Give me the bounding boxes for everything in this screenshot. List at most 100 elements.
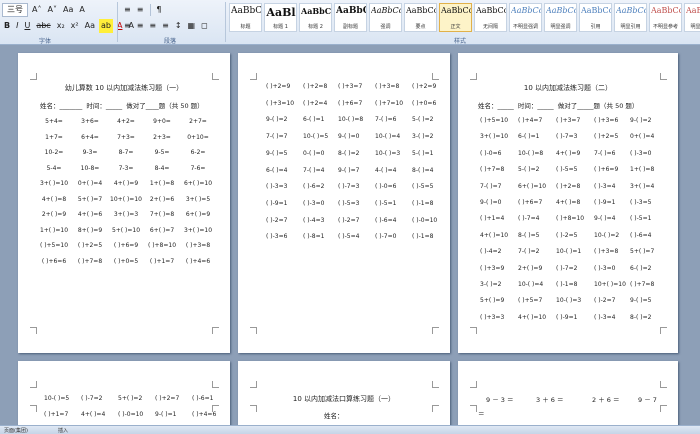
show-marks-button[interactable]: ¶: [154, 3, 163, 17]
equation-cell: ( )+3=7: [556, 117, 581, 124]
equation-cell: 10-( )=4: [518, 281, 544, 288]
align-right-button[interactable]: ≡: [147, 19, 158, 33]
align-center-button[interactable]: ≡: [135, 19, 146, 33]
styles-gallery: AaBbC 标题 AaBl 标题 1 AaBbCc 标题 2 AaBbC 副标题 AaBbCcD…: [229, 3, 700, 32]
style-item[interactable]: AaBbCcD 不明显强调: [509, 3, 542, 32]
equation-cell: 6-( )=4: [266, 166, 288, 174]
crop-mark: [30, 73, 37, 80]
equation-row: 4+( )=10 8-( )=5 ( )-2=5 10-( )=2 ( )-6=4: [458, 232, 678, 242]
text-effects-button[interactable]: Aa: [83, 19, 97, 33]
equation-row: ( )+3=9 2+( )=9 ( )-7=2 ( )-3=0 6-( )=2: [458, 265, 678, 275]
highlight-button[interactable]: ab: [99, 19, 113, 33]
equation-cell: 4+( )=8: [556, 199, 581, 206]
style-item[interactable]: AaBbCcD 强调: [369, 3, 402, 32]
font-size-select[interactable]: 三号: [2, 3, 28, 17]
equation-cell: ( )-5=5: [412, 183, 434, 191]
equation-cell: 8-( )=5: [518, 231, 540, 239]
style-item[interactable]: AaBbC 标题: [229, 3, 262, 32]
equation-cell: 4+2=: [117, 118, 135, 125]
equation-row: ( )+3=3 4+( )=10 ( )-9=1 ( )-3=4 8-( )=2: [458, 314, 678, 324]
paragraph-group-label: 段落: [163, 38, 176, 45]
page-6-item-1: 9 － 3 ＝: [486, 396, 514, 404]
subscript-button[interactable]: x₂: [55, 19, 67, 33]
style-item[interactable]: AaBbCcD 引用: [579, 3, 612, 32]
equation-cell: 7+( )=8: [149, 211, 175, 218]
style-item[interactable]: AaBbCcD 明显强调: [544, 3, 577, 32]
equation-cell: 10+( )=10: [110, 195, 142, 203]
equation-cell: ( )+1=7: [44, 411, 69, 418]
equation-row: ( )-0=6 10-( )=8 4+( )=9 7-( )=6 ( )-3=0: [458, 150, 678, 160]
style-item[interactable]: AaBbCcI 明显参考: [684, 3, 700, 32]
equation-cell: 2+( )=9: [41, 211, 67, 218]
paragraph-row-1: ≡ ≡ ¶: [122, 3, 166, 17]
align-left-button[interactable]: ≡: [122, 19, 133, 33]
style-item[interactable]: AaBbCcD 正文: [439, 3, 472, 32]
shading-button[interactable]: ▦: [186, 19, 198, 33]
equation-cell: ( )-7=2: [556, 264, 578, 272]
crop-mark: [470, 381, 477, 388]
equation-cell: 9-( )=5: [630, 297, 652, 305]
equation-cell: 8-4=: [154, 164, 170, 172]
numbering-button[interactable]: ≡: [135, 3, 146, 17]
style-item[interactable]: AaBbCcD 明显引用: [614, 3, 647, 32]
equation-cell: 7-( )=6: [594, 149, 616, 157]
style-name: 标题 2: [308, 24, 323, 30]
page-5: 10 以内加减法口算练习题（一） 姓名：: [238, 361, 450, 425]
superscript-button[interactable]: x²: [69, 19, 81, 33]
equation-cell: 7-( )=2: [518, 248, 540, 256]
style-item[interactable]: AaBbCcD 无间隔: [474, 3, 507, 32]
change-case-button[interactable]: Aa: [61, 3, 75, 17]
style-sample: AaBbCcD: [371, 6, 401, 15]
style-name: 引用: [590, 24, 601, 30]
borders-button[interactable]: ◻: [199, 19, 210, 33]
equation-cell: ( )+3=8: [594, 248, 619, 256]
line-spacing-button[interactable]: ↕: [173, 19, 184, 33]
equation-cell: ( )-3=0: [630, 149, 652, 157]
equation-row: ( )+2=9 ( )+2=8 ( )+3=7 ( )+3=8 ( )+2=9: [238, 83, 450, 93]
equation-cell: ( )+3=6: [594, 117, 619, 124]
equation-cell: 8-( )=2: [630, 313, 652, 321]
equation-cell: 1+( )=10: [39, 226, 69, 234]
crop-mark: [250, 405, 257, 412]
equation-cell: ( )-2=7: [338, 216, 360, 224]
clear-format-button[interactable]: A: [77, 3, 86, 17]
bullets-button[interactable]: ≡: [122, 3, 133, 17]
style-item[interactable]: AaBl 标题 1: [264, 3, 297, 32]
equation-cell: ( )-3=4: [594, 313, 616, 321]
style-item[interactable]: AaBbCc 标题 2: [299, 3, 332, 32]
equation-cell: ( )+6=7: [518, 199, 543, 206]
italic-button[interactable]: I: [14, 19, 20, 33]
equation-cell: ( )-1=8: [412, 233, 434, 241]
style-item[interactable]: AaBbC 副标题: [334, 3, 367, 32]
page-4: 10-( )=5 ( )-7=2 5+( )=2 ( )+2=7 ( )-6=1 ( )+…: [18, 361, 230, 425]
underline-button[interactable]: U: [22, 19, 32, 33]
equation-cell: ( )+8=10: [556, 215, 585, 223]
shrink-font-button[interactable]: A˅: [45, 3, 58, 17]
crop-mark: [432, 327, 439, 334]
style-item[interactable]: AaBbCcD 要点: [404, 3, 437, 32]
page-1-info: 姓名：_______ 时间：_____ 做对了____题（共 50 题）: [40, 102, 204, 110]
equation-cell: 1+7=: [45, 133, 63, 141]
crop-mark: [470, 327, 477, 334]
equation-cell: 7-( )=4: [303, 166, 325, 174]
equation-cell: 8-7=: [118, 149, 134, 156]
crop-mark: [212, 327, 219, 334]
equation-row: ( )-9=1 ( )-3=0 ( )-5=3 ( )-5=1 ( )-1=8: [238, 200, 450, 210]
equation-cell: 5+( )=2: [118, 395, 143, 402]
justify-button[interactable]: ≡: [160, 19, 171, 33]
equation-cell: ( )+4=7: [518, 117, 543, 124]
style-item[interactable]: AaBbCcD 不明显参考: [649, 3, 682, 32]
strikethrough-button[interactable]: abc: [34, 19, 52, 33]
style-name: 不明显参考: [652, 24, 678, 30]
crop-mark: [250, 73, 257, 80]
equation-cell: ( )-8=1: [303, 233, 325, 241]
equation-cell: 10-( )=2: [594, 231, 620, 239]
equation-cell: ( )-4=3: [303, 216, 325, 224]
equation-row: ( )+7=8 5-( )=2 ( )-5=5 ( )+6=9 1+( )=8: [458, 166, 678, 176]
equation-cell: ( )-3=6: [266, 233, 288, 241]
equation-cell: 5+( )=10: [111, 226, 141, 234]
document-workspace[interactable]: 幼儿算数 10 以内加减法练习题（一） 姓名：_______ 时间：_____ …: [0, 45, 700, 425]
bold-button[interactable]: B: [2, 19, 12, 33]
equation-cell: 7-( )=7: [266, 133, 288, 141]
grow-font-button[interactable]: A˄: [30, 3, 43, 17]
